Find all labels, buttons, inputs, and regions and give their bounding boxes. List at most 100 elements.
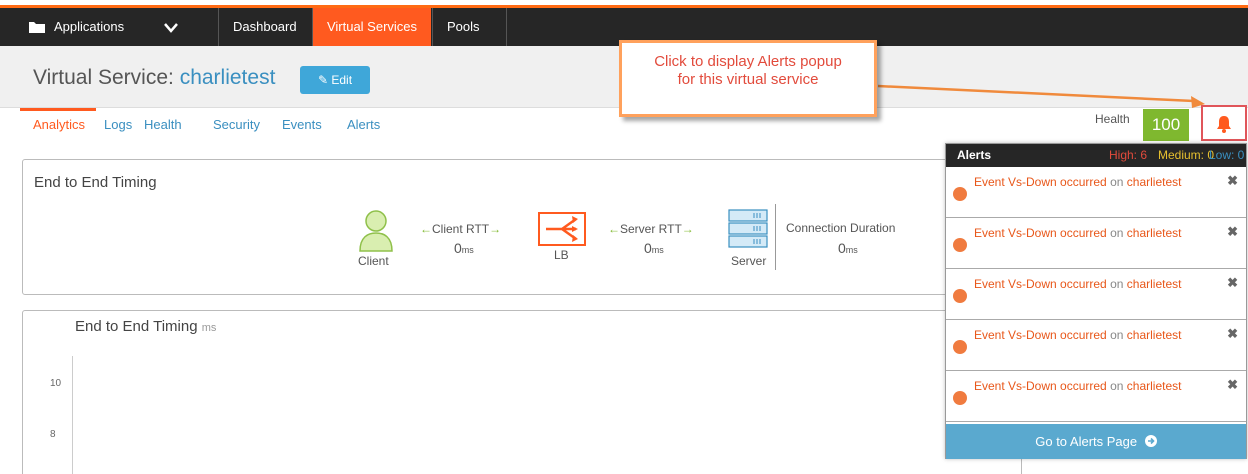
- alert-on-label: on: [1110, 226, 1124, 240]
- applications-label: Applications: [54, 19, 125, 34]
- alerts-low-count: Low: 0: [1209, 148, 1245, 162]
- page-title: Virtual Service: charlietest: [33, 66, 275, 90]
- applications-menu[interactable]: Applications: [24, 8, 224, 46]
- alert-item[interactable]: Event Vs-Down occurred on charlietest ✖: [946, 167, 1246, 218]
- severity-dot-icon: [953, 340, 967, 354]
- callout-line-2: for this virtual service: [677, 71, 819, 88]
- page-title-prefix: Virtual Service:: [33, 66, 174, 89]
- pencil-icon: ✎: [317, 73, 329, 87]
- client-rtt-number: 0: [454, 240, 462, 256]
- server-rtt: ←Server RTT→: [608, 222, 694, 236]
- client-label: Client: [358, 254, 389, 268]
- y-tick-label: 10: [50, 378, 62, 389]
- alert-object-link[interactable]: charlietest: [1127, 226, 1182, 240]
- alert-item-text: Event Vs-Down occurred on charlietest: [974, 226, 1181, 240]
- alert-item-text: Event Vs-Down occurred on charlietest: [974, 379, 1181, 393]
- server-rtt-number: 0: [644, 240, 652, 256]
- alerts-bell-button[interactable]: [1201, 105, 1247, 141]
- alert-on-label: on: [1110, 379, 1124, 393]
- alert-event-link[interactable]: Event Vs-Down occurred: [974, 175, 1107, 189]
- edit-button[interactable]: ✎ Edit: [300, 66, 370, 94]
- client-rtt-label: Client RTT: [432, 222, 490, 236]
- load-balancer-icon: [538, 212, 586, 246]
- callout-line-1: Click to display Alerts popup: [654, 53, 842, 70]
- connection-duration-value: 0ms: [838, 240, 858, 256]
- chevron-down-icon[interactable]: [164, 23, 178, 33]
- active-tab-indicator: [20, 108, 96, 111]
- connection-duration-label: Connection Duration: [786, 221, 896, 235]
- nav-pools[interactable]: Pools: [433, 8, 494, 46]
- nav-virtual-services[interactable]: Virtual Services: [313, 8, 431, 46]
- connection-duration-unit: ms: [845, 245, 858, 255]
- tab-logs[interactable]: Logs: [104, 117, 132, 132]
- server-rtt-unit: ms: [651, 245, 664, 255]
- alert-item[interactable]: Event Vs-Down occurred on charlietest ✖: [946, 320, 1246, 371]
- health-score-badge[interactable]: 100: [1143, 109, 1189, 141]
- server-rtt-label: Server RTT: [620, 222, 682, 236]
- alert-item-text: Event Vs-Down occurred on charlietest: [974, 328, 1181, 342]
- virtual-service-name: charlietest: [179, 66, 276, 89]
- chart-y-axis: [72, 356, 73, 474]
- server-rtt-value: 0ms: [644, 240, 664, 256]
- y-tick-label: 8: [50, 429, 56, 440]
- right-arrow-icon: →: [681, 222, 694, 236]
- alert-item-text: Event Vs-Down occurred on charlietest: [974, 175, 1181, 189]
- alert-item[interactable]: Event Vs-Down occurred on charlietest ✖: [946, 371, 1246, 422]
- server-icon: [728, 209, 768, 248]
- tab-events[interactable]: Events: [282, 117, 322, 132]
- close-icon[interactable]: ✖: [1227, 275, 1238, 291]
- left-arrow-icon: ←: [608, 222, 620, 236]
- health-label: Health: [1095, 112, 1130, 126]
- folder-icon: [29, 22, 45, 33]
- server-label: Server: [731, 254, 767, 268]
- arrow-circle-right-icon: [1144, 435, 1157, 447]
- alerts-popup-header: Alerts High: 6 Medium: 0 Low: 0: [946, 144, 1246, 167]
- client-icon: [359, 210, 393, 252]
- severity-dot-icon: [953, 289, 967, 303]
- alert-item-text: Event Vs-Down occurred on charlietest: [974, 277, 1181, 291]
- alert-object-link[interactable]: charlietest: [1127, 277, 1182, 291]
- left-arrow-icon: ←: [420, 222, 432, 236]
- severity-dot-icon: [953, 187, 967, 201]
- connection-duration-number: 0: [838, 240, 846, 256]
- go-to-alerts-label: Go to Alerts Page: [1035, 434, 1138, 449]
- alerts-callout: Click to display Alerts popup for this v…: [619, 40, 877, 117]
- alert-event-link[interactable]: Event Vs-Down occurred: [974, 226, 1107, 240]
- go-to-alerts-page-button[interactable]: Go to Alerts Page: [946, 424, 1246, 459]
- chart-title-unit: ms: [201, 322, 217, 334]
- alert-item[interactable]: Event Vs-Down occurred on charlietest ✖: [946, 269, 1246, 320]
- edit-button-label: Edit: [331, 73, 353, 87]
- client-rtt: ←Client RTT→: [420, 222, 501, 236]
- alert-on-label: on: [1110, 175, 1124, 189]
- severity-dot-icon: [953, 238, 967, 252]
- alert-object-link[interactable]: charlietest: [1127, 175, 1182, 189]
- tab-security[interactable]: Security: [213, 117, 260, 132]
- right-arrow-icon: →: [489, 222, 502, 236]
- severity-dot-icon: [953, 391, 967, 405]
- nav-dashboard[interactable]: Dashboard: [219, 8, 311, 46]
- timing-panel-title: End to End Timing: [34, 174, 157, 191]
- alert-object-link[interactable]: charlietest: [1127, 379, 1182, 393]
- close-icon[interactable]: ✖: [1227, 224, 1238, 240]
- alert-event-link[interactable]: Event Vs-Down occurred: [974, 379, 1107, 393]
- tab-alerts[interactable]: Alerts: [347, 117, 380, 132]
- alert-event-link[interactable]: Event Vs-Down occurred: [974, 277, 1107, 291]
- alert-object-link[interactable]: charlietest: [1127, 328, 1182, 342]
- nav-separator: [506, 8, 507, 46]
- alerts-medium-count: Medium: 0: [1158, 148, 1215, 162]
- alert-item[interactable]: Event Vs-Down occurred on charlietest ✖: [946, 218, 1246, 269]
- tab-analytics[interactable]: Analytics: [33, 117, 85, 132]
- tab-health[interactable]: Health: [144, 117, 182, 132]
- client-rtt-value: 0ms: [454, 240, 474, 256]
- alert-on-label: on: [1110, 277, 1124, 291]
- alerts-popup: Alerts High: 6 Medium: 0 Low: 0 Event Vs…: [945, 143, 1247, 459]
- alerts-popup-title: Alerts: [957, 148, 992, 162]
- lb-label: LB: [554, 248, 569, 262]
- alerts-high-count: High: 6: [1109, 148, 1148, 162]
- chart-title-text: End to End Timing: [75, 318, 198, 335]
- chart-title: End to End Timing ms: [75, 318, 216, 335]
- close-icon[interactable]: ✖: [1227, 326, 1238, 342]
- close-icon[interactable]: ✖: [1227, 173, 1238, 189]
- close-icon[interactable]: ✖: [1227, 377, 1238, 393]
- alert-event-link[interactable]: Event Vs-Down occurred: [974, 328, 1107, 342]
